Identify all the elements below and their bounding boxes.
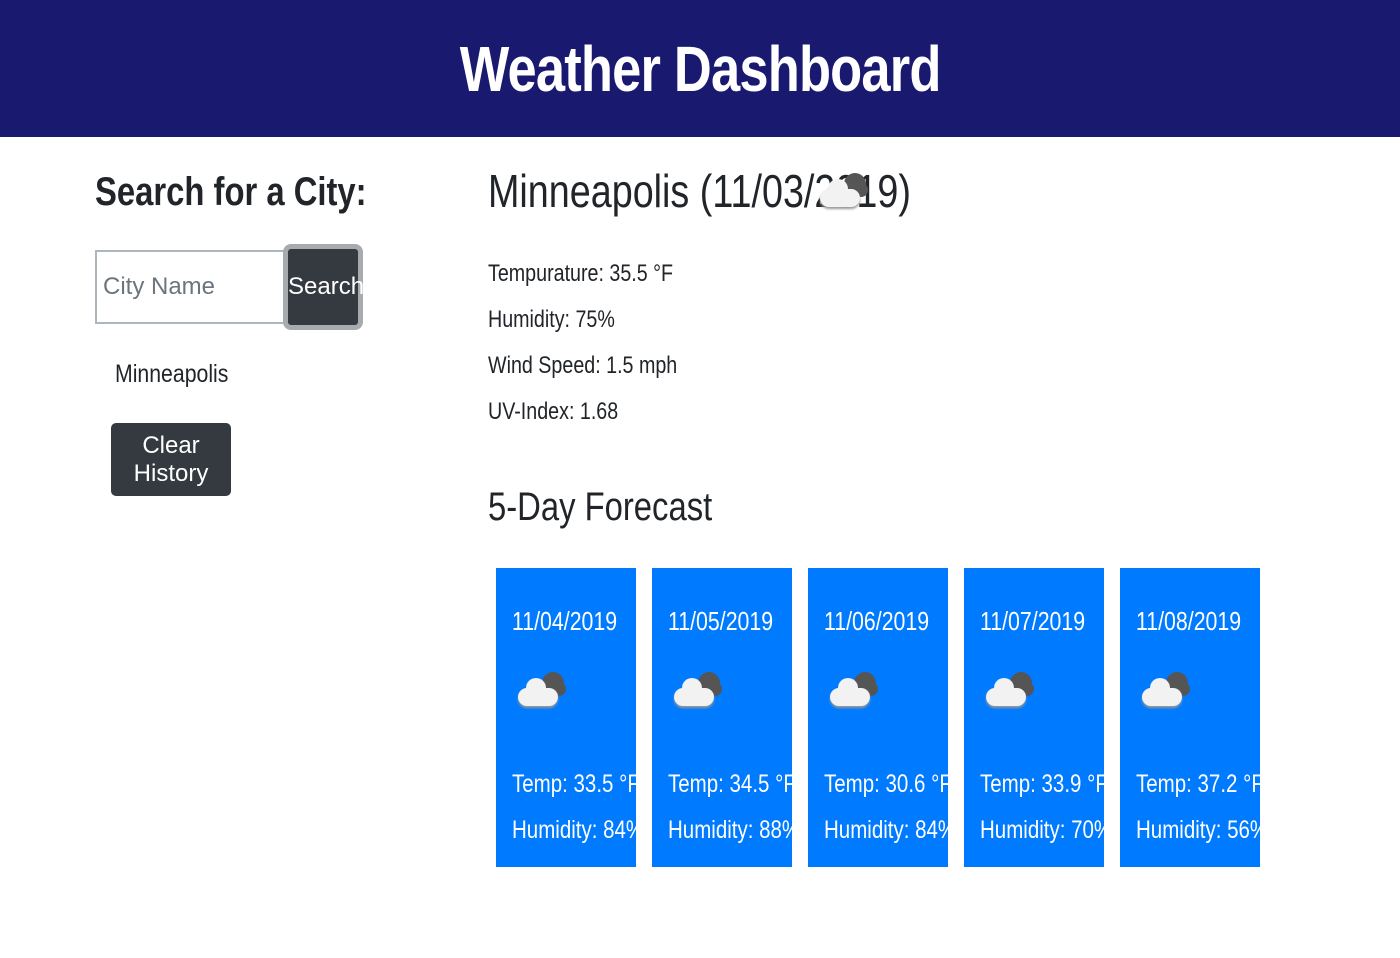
forecast-temp: Temp: 30.6 °F: [824, 770, 952, 798]
forecast-date: 11/08/2019: [1136, 606, 1242, 636]
forecast-date: 11/05/2019: [668, 606, 774, 636]
cloud-icon: [984, 668, 1034, 712]
current-weather-header: Minneapolis (11/03/2019): [488, 155, 1368, 227]
forecast-humidity: Humidity: 84%: [512, 816, 645, 844]
page-header: Weather Dashboard: [0, 0, 1400, 137]
forecast-title: 5-Day Forecast: [488, 485, 713, 529]
current-humidity: Humidity: 75%: [488, 306, 615, 333]
forecast-date: 11/07/2019: [980, 606, 1086, 636]
search-button[interactable]: Search: [283, 244, 364, 330]
main-content: Minneapolis (11/03/2019) Tempurature: 35…: [488, 155, 1368, 867]
forecast-card: 11/06/2019 Temp: 30.6 °F Humidity: 84%: [808, 568, 957, 867]
history-item-minneapolis[interactable]: Minneapolis: [115, 360, 228, 389]
sidebar: Search for a City: Search Minneapolis Cl…: [95, 160, 415, 496]
search-row: Search: [95, 244, 364, 330]
search-title: Search for a City:: [95, 170, 367, 214]
city-search-input[interactable]: [95, 250, 285, 324]
cloud-icon: [818, 169, 868, 213]
cloud-icon: [672, 668, 722, 712]
forecast-card: 11/04/2019 Temp: 33.5 °F Humidity: 84%: [496, 568, 645, 867]
current-uv-index: UV-Index: 1.68: [488, 398, 619, 425]
forecast-humidity: Humidity: 84%: [824, 816, 957, 844]
forecast-temp: Temp: 33.9 °F: [980, 770, 1108, 798]
current-stats: Tempurature: 35.5 °F Humidity: 75% Wind …: [488, 251, 1368, 435]
forecast-humidity: Humidity: 56%: [1136, 816, 1269, 844]
forecast-temp: Temp: 33.5 °F: [512, 770, 640, 798]
forecast-date: 11/06/2019: [824, 606, 930, 636]
cloud-icon: [516, 668, 566, 712]
forecast-cards: 11/04/2019 Temp: 33.5 °F Humidity: 84% 1…: [496, 568, 1269, 867]
cloud-icon: [1140, 668, 1190, 712]
page-title: Weather Dashboard: [459, 32, 942, 105]
forecast-date: 11/04/2019: [512, 606, 618, 636]
forecast-temp: Temp: 34.5 °F: [668, 770, 796, 798]
forecast-card: 11/07/2019 Temp: 33.9 °F Humidity: 70%: [964, 568, 1113, 867]
current-wind-speed: Wind Speed: 1.5 mph: [488, 352, 678, 379]
forecast-humidity: Humidity: 70%: [980, 816, 1113, 844]
forecast-card: 11/05/2019 Temp: 34.5 °F Humidity: 88%: [652, 568, 801, 867]
forecast-card: 11/08/2019 Temp: 37.2 °F Humidity: 56%: [1120, 568, 1269, 867]
forecast-temp: Temp: 37.2 °F: [1136, 770, 1264, 798]
forecast-humidity: Humidity: 88%: [668, 816, 801, 844]
cloud-icon: [828, 668, 878, 712]
current-city-title: Minneapolis (11/03/2019): [488, 165, 911, 217]
current-temperature: Tempurature: 35.5 °F: [488, 260, 674, 287]
clear-history-button[interactable]: Clear History: [111, 423, 231, 496]
